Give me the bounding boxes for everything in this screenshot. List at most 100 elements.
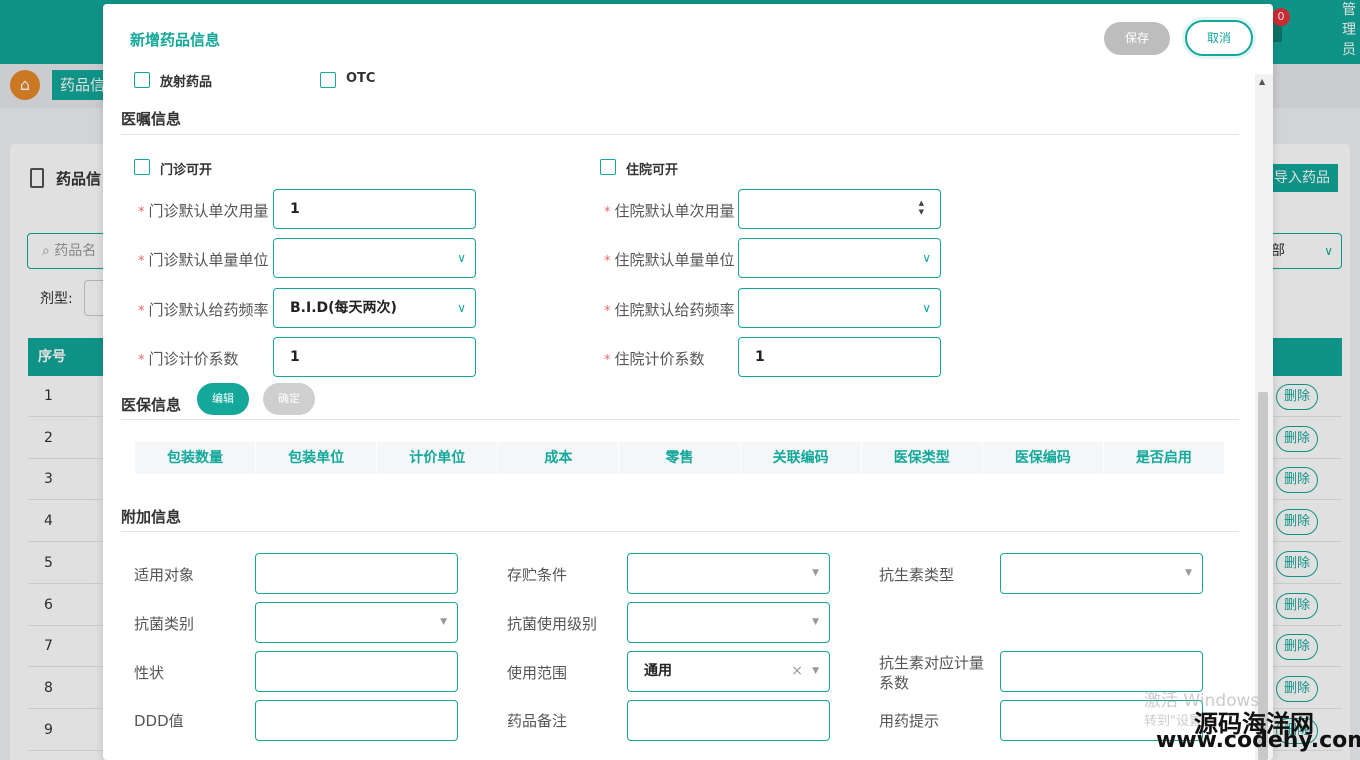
antibacterial-class-select[interactable]: ▼ bbox=[255, 602, 458, 643]
label-text: 门诊默认单次用量 bbox=[148, 202, 269, 220]
radioactive-label: 放射药品 bbox=[160, 75, 213, 90]
required-mark: * bbox=[604, 353, 611, 368]
required-mark: * bbox=[604, 304, 611, 319]
label-text: 住院默认单次用量 bbox=[614, 202, 735, 220]
column-header: 是否启用 bbox=[1135, 450, 1192, 466]
confirm-button[interactable]: 确定 bbox=[263, 383, 315, 415]
modal-title: 新增药品信息 bbox=[130, 31, 221, 49]
scroll-up-arrow-icon[interactable]: ▲ bbox=[1259, 77, 1265, 86]
inpatient-dose-label: * 住院默认单次用量 bbox=[604, 200, 735, 221]
scope-select[interactable]: 通用 × ▼ bbox=[627, 651, 830, 692]
otc-label: OTC bbox=[346, 71, 376, 86]
outpatient-enable-checkbox[interactable] bbox=[134, 159, 150, 175]
storage-select[interactable]: ▼ bbox=[627, 553, 830, 594]
scope-label: 使用范围 bbox=[507, 664, 568, 682]
ddd-label: DDD值 bbox=[134, 712, 184, 730]
column-header: 关联编码 bbox=[741, 442, 862, 474]
remark-input[interactable] bbox=[627, 700, 830, 741]
inpatient-freq-select[interactable]: ∨ bbox=[738, 288, 941, 328]
extra-section-title: 附加信息 bbox=[121, 508, 182, 526]
remark-label: 药品备注 bbox=[507, 712, 568, 730]
section-divider bbox=[121, 531, 1239, 532]
clear-icon[interactable]: × bbox=[791, 652, 803, 691]
outpatient-unit-select[interactable]: ∨ bbox=[273, 238, 476, 278]
inpatient-dose-input[interactable]: ▲ ▼ bbox=[738, 189, 941, 229]
outpatient-price-input[interactable]: 1 bbox=[273, 337, 476, 377]
column-header: 成本 bbox=[498, 442, 620, 474]
column-header: 医保类型 bbox=[862, 442, 983, 474]
outpatient-price-label: * 门诊计价系数 bbox=[138, 348, 239, 369]
required-mark: * bbox=[604, 205, 611, 220]
outpatient-unit-label: * 门诊默认单量单位 bbox=[138, 249, 269, 270]
target-input[interactable] bbox=[255, 553, 458, 594]
outpatient-dose-input[interactable]: 1 bbox=[273, 189, 476, 229]
column-header: 包装单位 bbox=[256, 442, 378, 474]
input-value: 1 bbox=[755, 349, 765, 365]
column-header: 包装数量 bbox=[135, 442, 257, 474]
number-stepper-icon[interactable]: ▲ ▼ bbox=[919, 199, 924, 217]
required-mark: * bbox=[138, 353, 145, 368]
ddd-input[interactable] bbox=[255, 700, 458, 741]
storage-label: 存贮条件 bbox=[507, 566, 568, 584]
label-text: 门诊计价系数 bbox=[148, 350, 239, 368]
input-value: 1 bbox=[290, 349, 300, 365]
input-value: 1 bbox=[290, 201, 300, 217]
inpatient-price-label: * 住院计价系数 bbox=[604, 348, 705, 369]
label-text: 住院默认单量单位 bbox=[614, 251, 735, 269]
chevron-down-icon: ∨ bbox=[922, 251, 931, 265]
target-label: 适用对象 bbox=[134, 566, 195, 584]
required-mark: * bbox=[604, 254, 611, 269]
label-text: 门诊默认给药频率 bbox=[148, 301, 269, 319]
add-drug-modal: 新增药品信息 保存 取消 放射药品 OTC 医嘱信息 门诊可开 住院可开 * 门诊… bbox=[103, 4, 1273, 760]
column-header: 零售 bbox=[619, 442, 741, 474]
antibiotic-type-label: 抗生素类型 bbox=[879, 566, 955, 584]
outpatient-freq-label: * 门诊默认给药频率 bbox=[138, 299, 269, 320]
chevron-down-icon: ∨ bbox=[457, 301, 466, 315]
hint-label: 用药提示 bbox=[879, 712, 940, 730]
antibacterial-level-label: 抗菌使用级别 bbox=[507, 615, 598, 633]
caret-down-icon: ▼ bbox=[812, 666, 819, 676]
column-header: 医保编码 bbox=[983, 442, 1104, 474]
inpatient-unit-label: * 住院默认单量单位 bbox=[604, 249, 735, 270]
order-section-title: 医嘱信息 bbox=[121, 110, 182, 128]
inpatient-price-input[interactable]: 1 bbox=[738, 337, 941, 377]
caret-down-icon: ▼ bbox=[812, 617, 819, 627]
antibiotic-type-select[interactable]: ▼ bbox=[1000, 553, 1203, 594]
required-mark: * bbox=[138, 254, 145, 269]
label-text: 门诊默认单量单位 bbox=[148, 251, 269, 269]
antibacterial-level-select[interactable]: ▼ bbox=[627, 602, 830, 643]
required-mark: * bbox=[138, 304, 145, 319]
outpatient-freq-select[interactable]: B.I.D(每天两次) ∨ bbox=[273, 288, 476, 328]
required-mark: * bbox=[138, 205, 145, 220]
cancel-button[interactable]: 取消 bbox=[1185, 20, 1253, 56]
site-watermark-url: www.codehy.com bbox=[1156, 728, 1360, 753]
column-header: 计价单位 bbox=[377, 442, 499, 474]
chevron-down-icon: ∨ bbox=[457, 251, 466, 265]
label-text: 住院默认给药频率 bbox=[614, 301, 735, 319]
select-value: 通用 bbox=[644, 663, 672, 679]
chevron-down-icon: ∨ bbox=[922, 301, 931, 315]
otc-checkbox[interactable] bbox=[320, 72, 336, 88]
label-text: 住院计价系数 bbox=[614, 350, 705, 368]
caret-down-icon: ▼ bbox=[440, 617, 447, 627]
section-divider bbox=[121, 419, 1239, 420]
inpatient-enable-checkbox[interactable] bbox=[600, 159, 616, 175]
caret-down-icon: ▼ bbox=[1185, 568, 1192, 578]
insurance-table-header: 包装数量 包装单位 计价单位 成本 零售 关联编码 医保类型 医保编码 是否启用 bbox=[135, 442, 1224, 474]
select-value: B.I.D(每天两次) bbox=[290, 300, 397, 316]
outpatient-dose-label: * 门诊默认单次用量 bbox=[138, 200, 269, 221]
insurance-section-title: 医保信息 bbox=[121, 396, 182, 414]
inpatient-enable-label: 住院可开 bbox=[626, 163, 679, 178]
property-input[interactable] bbox=[255, 651, 458, 692]
modal-header: 新增药品信息 保存 取消 bbox=[103, 4, 1273, 74]
save-button[interactable]: 保存 bbox=[1104, 22, 1170, 55]
radioactive-checkbox[interactable] bbox=[134, 72, 150, 88]
antibiotic-factor-label: 抗生素对应计量系数 bbox=[879, 654, 985, 692]
antibacterial-class-label: 抗菌类别 bbox=[134, 615, 195, 633]
edit-button[interactable]: 编辑 bbox=[197, 383, 249, 415]
inpatient-freq-label: * 住院默认给药频率 bbox=[604, 299, 735, 320]
inpatient-unit-select[interactable]: ∨ bbox=[738, 238, 941, 278]
property-label: 性状 bbox=[134, 664, 165, 682]
section-divider bbox=[121, 134, 1239, 135]
caret-down-icon: ▼ bbox=[812, 568, 819, 578]
